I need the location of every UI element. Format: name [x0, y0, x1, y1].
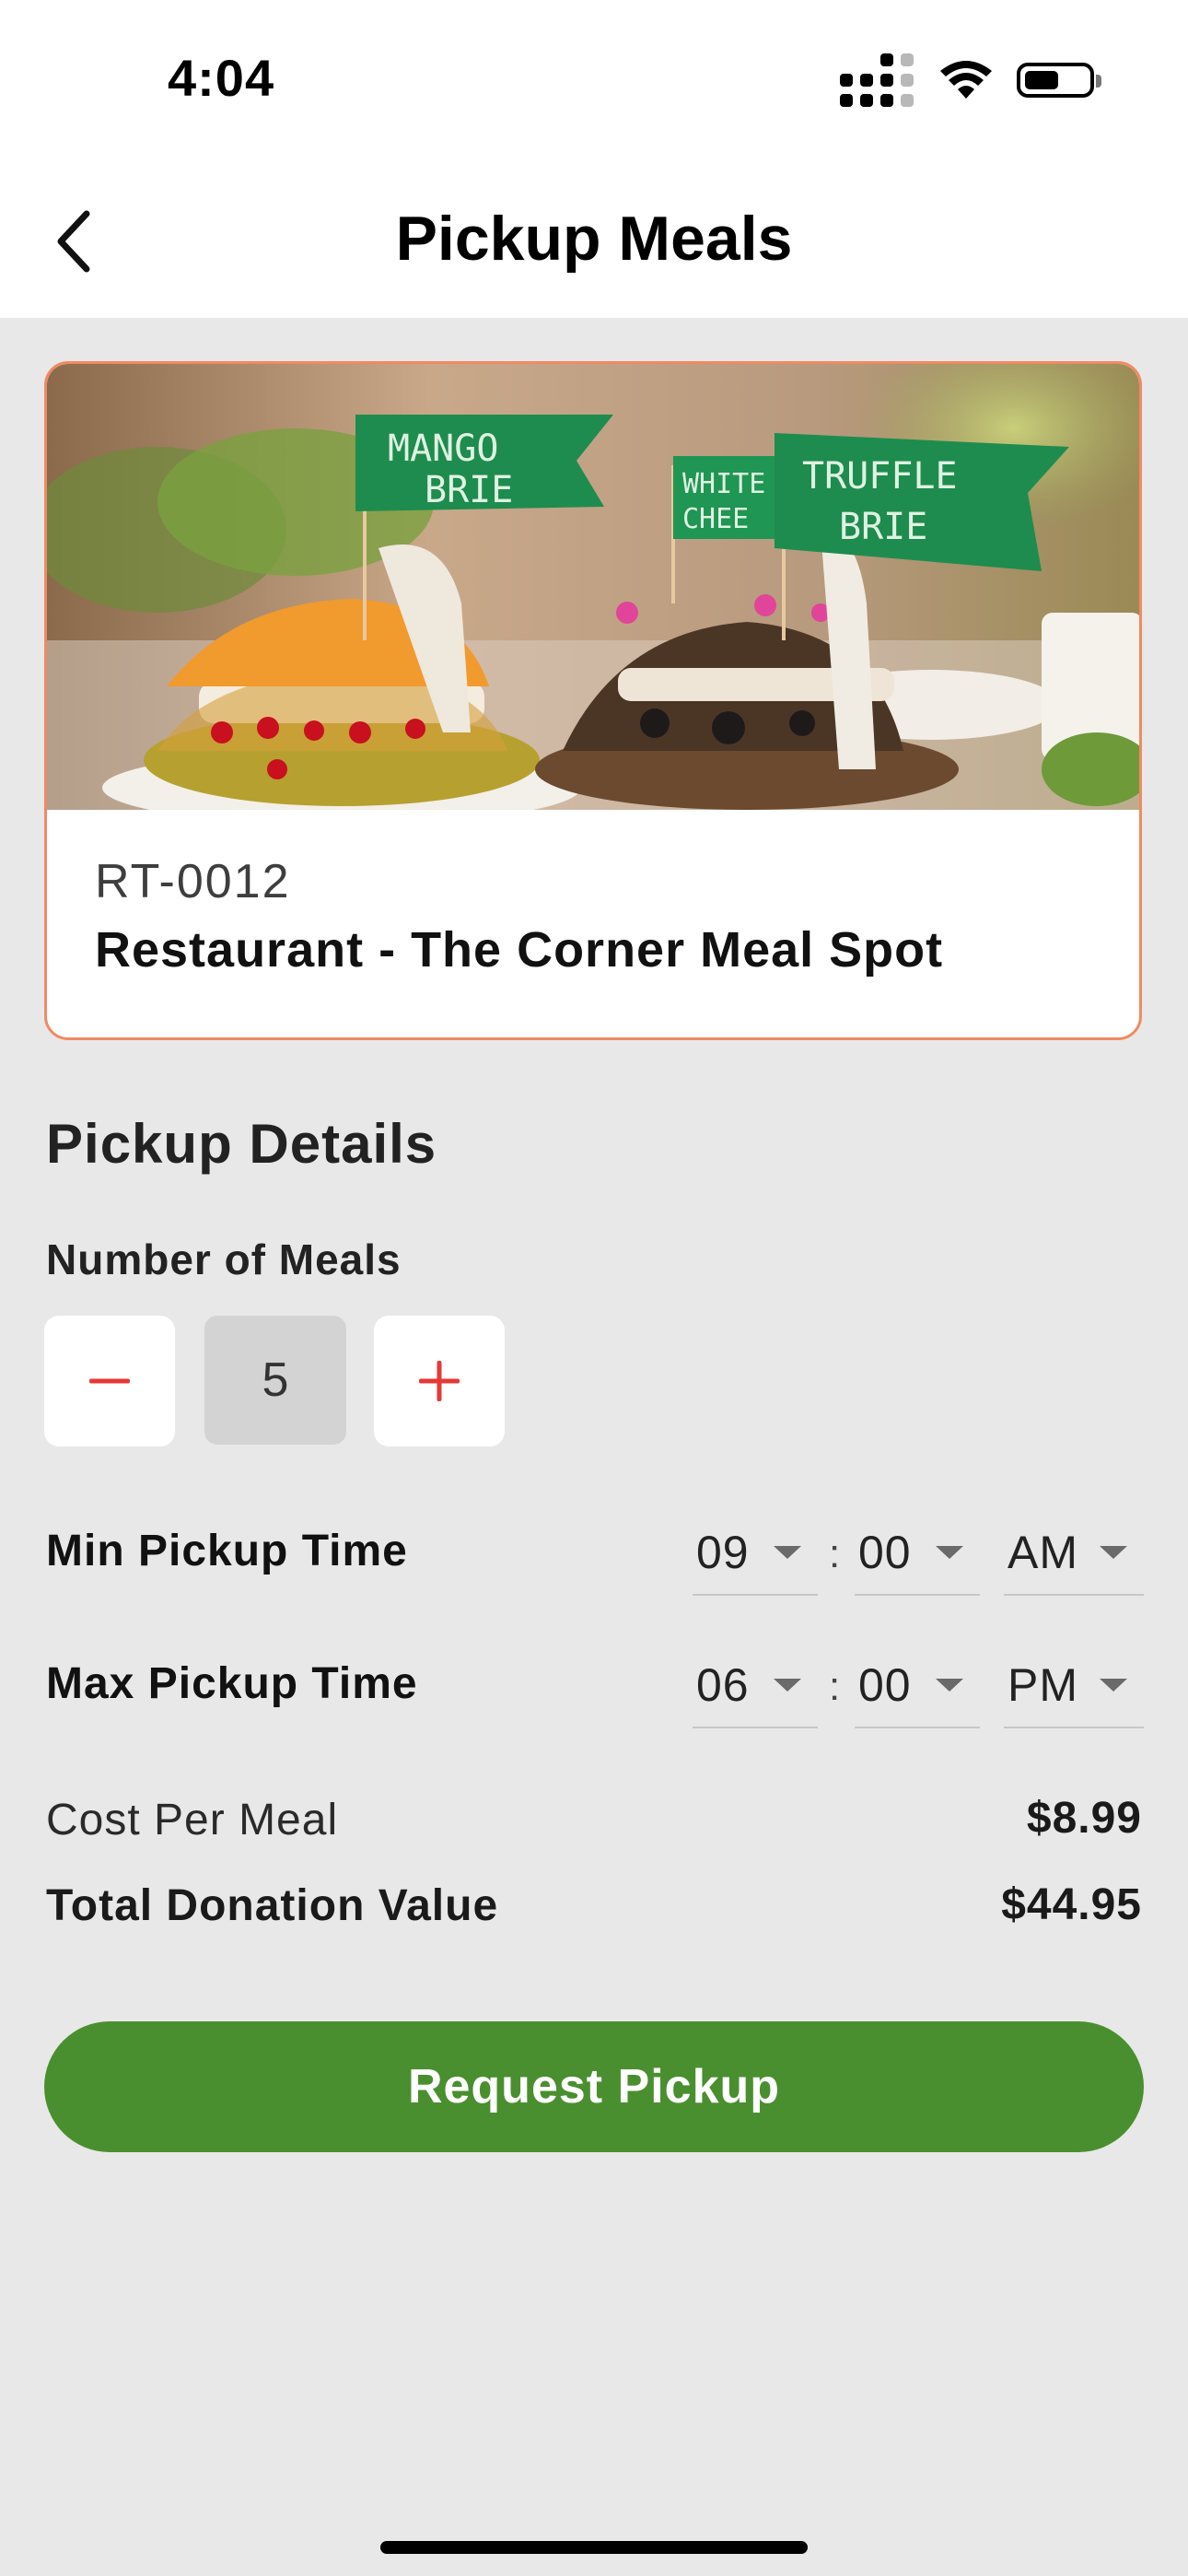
restaurant-name: Restaurant - The Corner Meal Spot: [95, 922, 944, 978]
meals-count-field[interactable]: 5: [204, 1316, 346, 1445]
page-title: Pickup Meals: [395, 204, 793, 274]
restaurant-photo: MANGO BRIE WHITE CHEE TRUFFLE BRIE: [47, 364, 1139, 810]
min-pickup-time-label: Min Pickup Time: [46, 1527, 408, 1575]
restaurant-card[interactable]: MANGO BRIE WHITE CHEE TRUFFLE BRIE RT-00…: [44, 361, 1142, 1040]
meals-label: Number of Meals: [46, 1235, 402, 1283]
increment-button[interactable]: [374, 1316, 505, 1446]
max-hour-value: 06: [696, 1659, 750, 1711]
wifi-icon: [940, 61, 992, 99]
svg-text:CHEE: CHEE: [682, 503, 749, 535]
battery-icon: [1017, 63, 1101, 98]
min-period-dropdown[interactable]: AM: [1004, 1518, 1144, 1596]
total-donation-value: $44.95: [1001, 1880, 1142, 1929]
min-hour-dropdown[interactable]: 09: [693, 1518, 818, 1596]
max-pickup-time-label: Max Pickup Time: [46, 1659, 418, 1708]
svg-text:WHITE: WHITE: [682, 468, 765, 500]
status-time: 4:04: [168, 49, 275, 107]
min-period-value: AM: [1007, 1527, 1078, 1578]
chevron-down-icon: [936, 1679, 963, 1692]
section-title-pickup-details: Pickup Details: [46, 1113, 437, 1175]
cost-per-meal-value: $8.99: [1026, 1794, 1142, 1843]
decrement-button[interactable]: [44, 1316, 175, 1446]
time-separator: :: [829, 1664, 841, 1709]
chevron-down-icon: [1100, 1546, 1127, 1559]
min-hour-value: 09: [696, 1527, 750, 1578]
max-minute-value: 00: [858, 1659, 912, 1711]
svg-text:MANGO: MANGO: [388, 427, 498, 470]
chevron-down-icon: [936, 1546, 963, 1559]
status-icons: [840, 53, 1101, 107]
home-indicator[interactable]: [380, 2541, 808, 2554]
chevron-down-icon: [774, 1546, 801, 1559]
max-period-dropdown[interactable]: PM: [1004, 1651, 1144, 1728]
minus-icon: [89, 1378, 130, 1384]
svg-text:BRIE: BRIE: [839, 506, 927, 548]
svg-text:TRUFFLE: TRUFFLE: [802, 455, 958, 498]
max-minute-dropdown[interactable]: 00: [855, 1651, 980, 1728]
top-bar: 4:04 Pickup Meals: [0, 0, 1188, 318]
cost-per-meal-label: Cost Per Meal: [46, 1796, 339, 1844]
restaurant-id: RT-0012: [95, 855, 291, 908]
time-separator: :: [829, 1531, 841, 1576]
max-period-value: PM: [1007, 1659, 1078, 1711]
max-hour-dropdown[interactable]: 06: [693, 1651, 818, 1728]
cellular-signal-icon: [840, 53, 914, 107]
chevron-down-icon: [1100, 1679, 1127, 1692]
chevron-down-icon: [774, 1679, 801, 1692]
min-minute-dropdown[interactable]: 00: [855, 1518, 980, 1596]
total-donation-label: Total Donation Value: [46, 1881, 499, 1930]
svg-text:BRIE: BRIE: [425, 469, 513, 511]
min-minute-value: 00: [858, 1527, 912, 1578]
request-pickup-button[interactable]: Request Pickup: [44, 2021, 1144, 2152]
